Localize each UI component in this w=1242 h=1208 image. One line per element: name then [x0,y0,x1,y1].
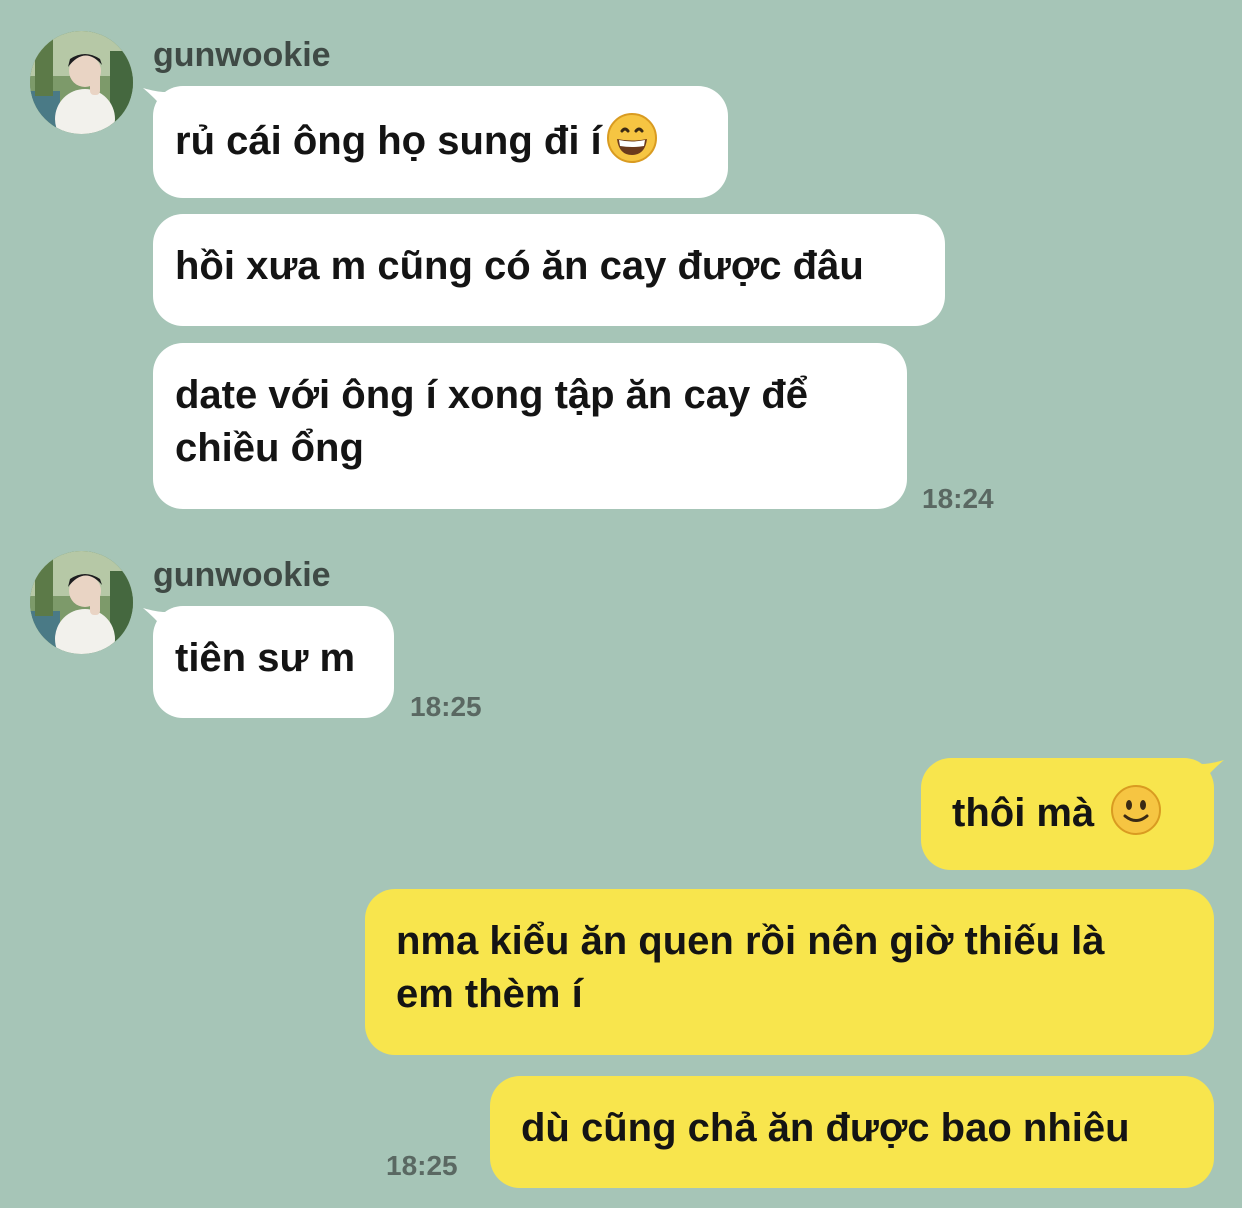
message-bubble[interactable]: hồi xưa m cũng có ăn cay được đâu [153,214,945,326]
timestamp: 18:25 [386,1150,458,1181]
message-text: tiên sư m [175,636,356,680]
message-bubble[interactable]: tiên sư m [153,606,394,718]
message-bubble[interactable]: rủ cái ông họ sung đi í [153,86,728,198]
message-bubble[interactable]: dù cũng chả ăn được bao nhiêu [490,1076,1214,1188]
grinning-face-icon [606,112,658,178]
message-text: date với ông í xong tập ăn cay để [175,373,809,417]
message-bubble[interactable]: date với ông í xong tập ăn cay để chiều … [153,343,907,509]
avatar[interactable] [30,551,133,654]
message-bubble[interactable]: thôi mà [921,758,1214,870]
message-text: hồi xưa m cũng có ăn cay được đâu [175,244,864,288]
sender-name: gunwookie [153,556,331,594]
message-text: chiều ổng [175,426,364,470]
timestamp: 18:24 [922,483,994,514]
message-text: dù cũng chả ăn được bao nhiêu [521,1106,1130,1150]
slightly-smiling-face-icon [1110,784,1162,850]
message-text: thôi mà [952,791,1095,835]
message-text: em thèm í [396,972,583,1016]
sender-name: gunwookie [153,36,331,74]
timestamp: 18:25 [410,691,482,722]
message-bubble[interactable]: nma kiểu ăn quen rồi nên giờ thiếu là em… [365,889,1214,1055]
message-text: nma kiểu ăn quen rồi nên giờ thiếu là [396,919,1105,963]
avatar[interactable] [30,31,133,134]
message-text: rủ cái ông họ sung đi í [175,119,602,163]
